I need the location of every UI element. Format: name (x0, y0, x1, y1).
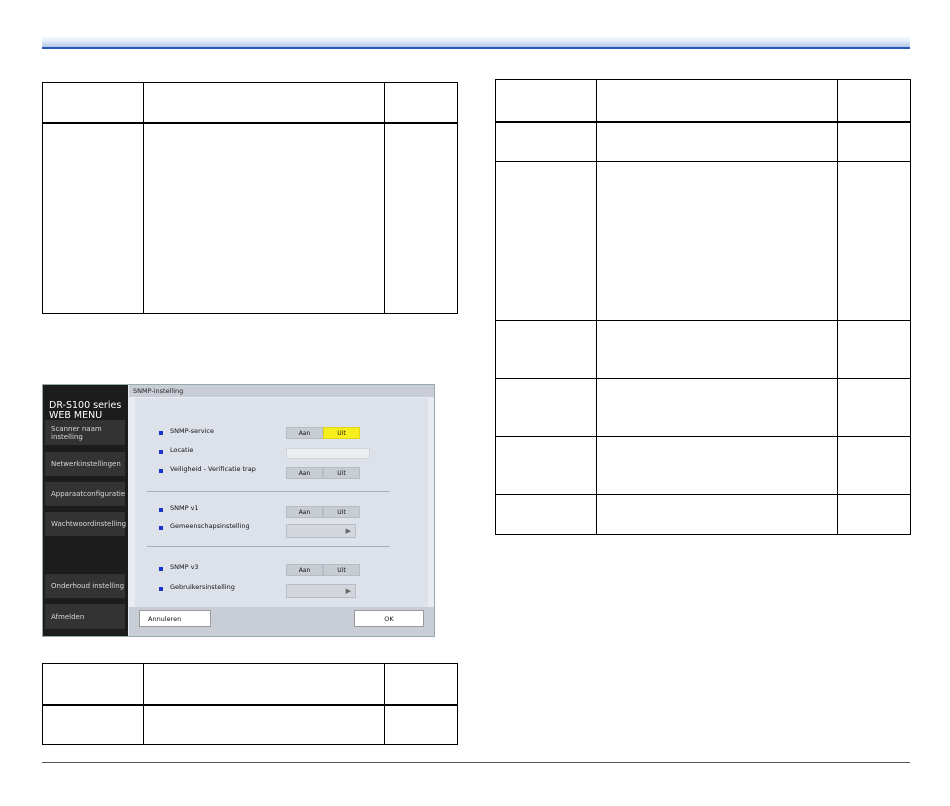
arrow-right-icon: ▶ (345, 587, 351, 595)
table-cell (837, 436, 911, 495)
sidebar-item-maintenance[interactable]: Onderhoud instelling (45, 574, 125, 598)
table-row (495, 378, 911, 437)
divider (147, 491, 390, 492)
table-row (42, 704, 458, 745)
table-row (42, 122, 458, 314)
table-cell (384, 704, 458, 745)
table-cell (384, 122, 458, 314)
table-cell (495, 320, 597, 379)
table-cell (837, 79, 911, 123)
sidebar-item-password[interactable]: Wachtwoordinstelling (45, 512, 126, 536)
table-cell (143, 663, 385, 706)
sidebar-item-network[interactable]: Netwerkinstellingen (45, 452, 125, 476)
bullet-icon (159, 587, 163, 591)
table-cell (143, 122, 385, 314)
cancel-button[interactable]: Annuleren (139, 610, 211, 627)
table-cell (837, 494, 911, 535)
label-snmp-v3: SNMP v3 (170, 563, 199, 571)
ok-button[interactable]: OK (354, 610, 424, 627)
table-cell (837, 161, 911, 321)
bullet-icon (159, 567, 163, 571)
table-header-row (42, 82, 458, 124)
table-bottom-left (42, 663, 458, 745)
footer-rule (42, 762, 910, 763)
snmp-service-on-toggle[interactable]: Aan (286, 427, 323, 439)
table-cell (42, 663, 144, 706)
table-cell (495, 121, 597, 162)
table-header-row (495, 79, 911, 123)
label-trap: Veiligheid - Verificatie trap (170, 465, 256, 473)
table-row (495, 121, 911, 162)
table-cell (495, 79, 597, 123)
page-title: SNMP-instelling (129, 385, 434, 397)
table-cell (42, 82, 144, 124)
sidebar-item-logout[interactable]: Afmelden (45, 604, 125, 629)
label-user: Gebruikersinstelling (170, 583, 235, 591)
table-right (495, 79, 911, 535)
table-header-row (42, 663, 458, 706)
table-row (495, 436, 911, 495)
label-locatie: Locatie (170, 446, 194, 454)
label-snmp-service: SNMP-service (170, 427, 215, 435)
bullet-icon (159, 450, 163, 454)
snmp-settings-screenshot: DR-S100 series WEB MENU Scanner naam ins… (42, 384, 435, 637)
snmp-v1-off-toggle[interactable]: Uit (323, 506, 360, 518)
header-rule (42, 47, 910, 49)
sidebar-item-device-config[interactable]: Apparaatconfiguratie (45, 482, 125, 506)
table-cell (596, 436, 838, 495)
snmp-v1-on-toggle[interactable]: Aan (286, 506, 323, 518)
table-cell (384, 663, 458, 706)
table-cell (42, 704, 144, 745)
community-settings-button[interactable]: ▶ (286, 524, 356, 538)
arrow-right-icon: ▶ (345, 527, 351, 535)
bullet-icon (159, 526, 163, 530)
table-cell (495, 436, 597, 495)
table-cell (837, 378, 911, 437)
snmp-v3-off-toggle[interactable]: Uit (323, 564, 360, 576)
table-cell (596, 79, 838, 123)
snmp-service-off-toggle[interactable]: Uit (323, 427, 360, 439)
trap-on-toggle[interactable]: Aan (286, 467, 323, 479)
table-cell (42, 122, 144, 314)
sidebar: DR-S100 series WEB MENU Scanner naam ins… (43, 385, 128, 636)
brand-title: DR-S100 series WEB MENU (49, 400, 122, 421)
table-cell (596, 320, 838, 379)
table-cell (596, 161, 838, 321)
table-cell (495, 161, 597, 321)
bullet-icon (159, 469, 163, 473)
user-settings-button[interactable]: ▶ (286, 584, 356, 598)
table-cell (596, 494, 838, 535)
table-cell (384, 82, 458, 124)
table-cell (143, 82, 385, 124)
header-bar (42, 36, 910, 47)
table-cell (495, 494, 597, 535)
bullet-icon (159, 508, 163, 512)
label-snmp-v1: SNMP v1 (170, 504, 199, 512)
table-cell (837, 320, 911, 379)
label-community: Gemeenschapsinstelling (170, 522, 250, 530)
table-row (495, 161, 911, 321)
table-top-left (42, 82, 458, 314)
table-cell (143, 704, 385, 745)
trap-off-toggle[interactable]: Uit (323, 467, 360, 479)
table-cell (837, 121, 911, 162)
sidebar-item-scanner-name[interactable]: Scanner naam instelling (45, 420, 125, 445)
table-row (495, 494, 911, 535)
divider (147, 546, 390, 547)
table-row (495, 320, 911, 379)
location-field[interactable] (286, 448, 370, 459)
table-cell (596, 121, 838, 162)
table-cell (596, 378, 838, 437)
table-cell (495, 378, 597, 437)
snmp-v3-on-toggle[interactable]: Aan (286, 564, 323, 576)
bullet-icon (159, 431, 163, 435)
